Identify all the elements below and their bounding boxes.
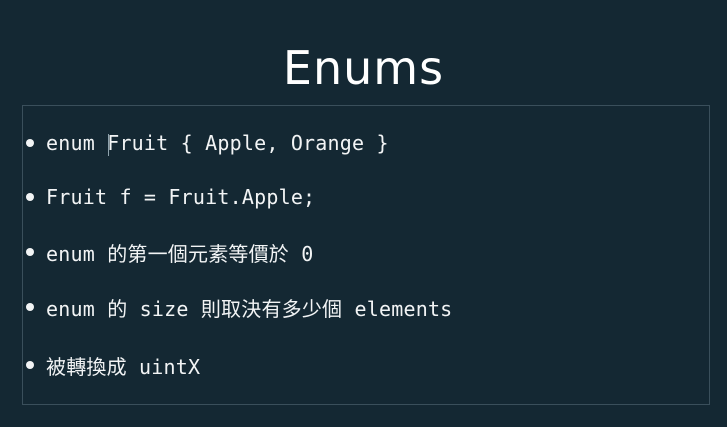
slide-title: Enums bbox=[282, 41, 445, 95]
bullet-item-first-element: enum 的第一個元素等價於 0 bbox=[22, 237, 314, 267]
bullet-text: enum 的 size 則取決有多少個 elements bbox=[46, 296, 453, 321]
bullet-item-enum-declaration: enum Fruit { Apple, Orange } bbox=[22, 128, 389, 158]
bullet-text: enum Fruit { Apple, Orange } bbox=[46, 131, 389, 155]
bullet-text: enum 的第一個元素等價於 0 bbox=[46, 241, 314, 266]
slide: Enums enum Fruit { Apple, Orange } Fruit… bbox=[0, 0, 727, 427]
bullet-dot-icon bbox=[26, 139, 34, 147]
bullet-item-enum-size: enum 的 size 則取決有多少個 elements bbox=[22, 292, 452, 322]
bullet-dot-icon bbox=[26, 248, 34, 256]
text-cursor-caret bbox=[108, 134, 109, 156]
bullet-dot-icon bbox=[26, 193, 34, 201]
bullet-dot-icon bbox=[26, 361, 34, 369]
bullet-text: Fruit f = Fruit.Apple; bbox=[46, 185, 316, 209]
bullet-text: 被轉換成 uintX bbox=[46, 354, 201, 379]
bullet-item-converted-uint: 被轉換成 uintX bbox=[22, 350, 200, 380]
bullet-item-enum-assignment: Fruit f = Fruit.Apple; bbox=[22, 182, 315, 212]
bullet-dot-icon bbox=[26, 303, 34, 311]
